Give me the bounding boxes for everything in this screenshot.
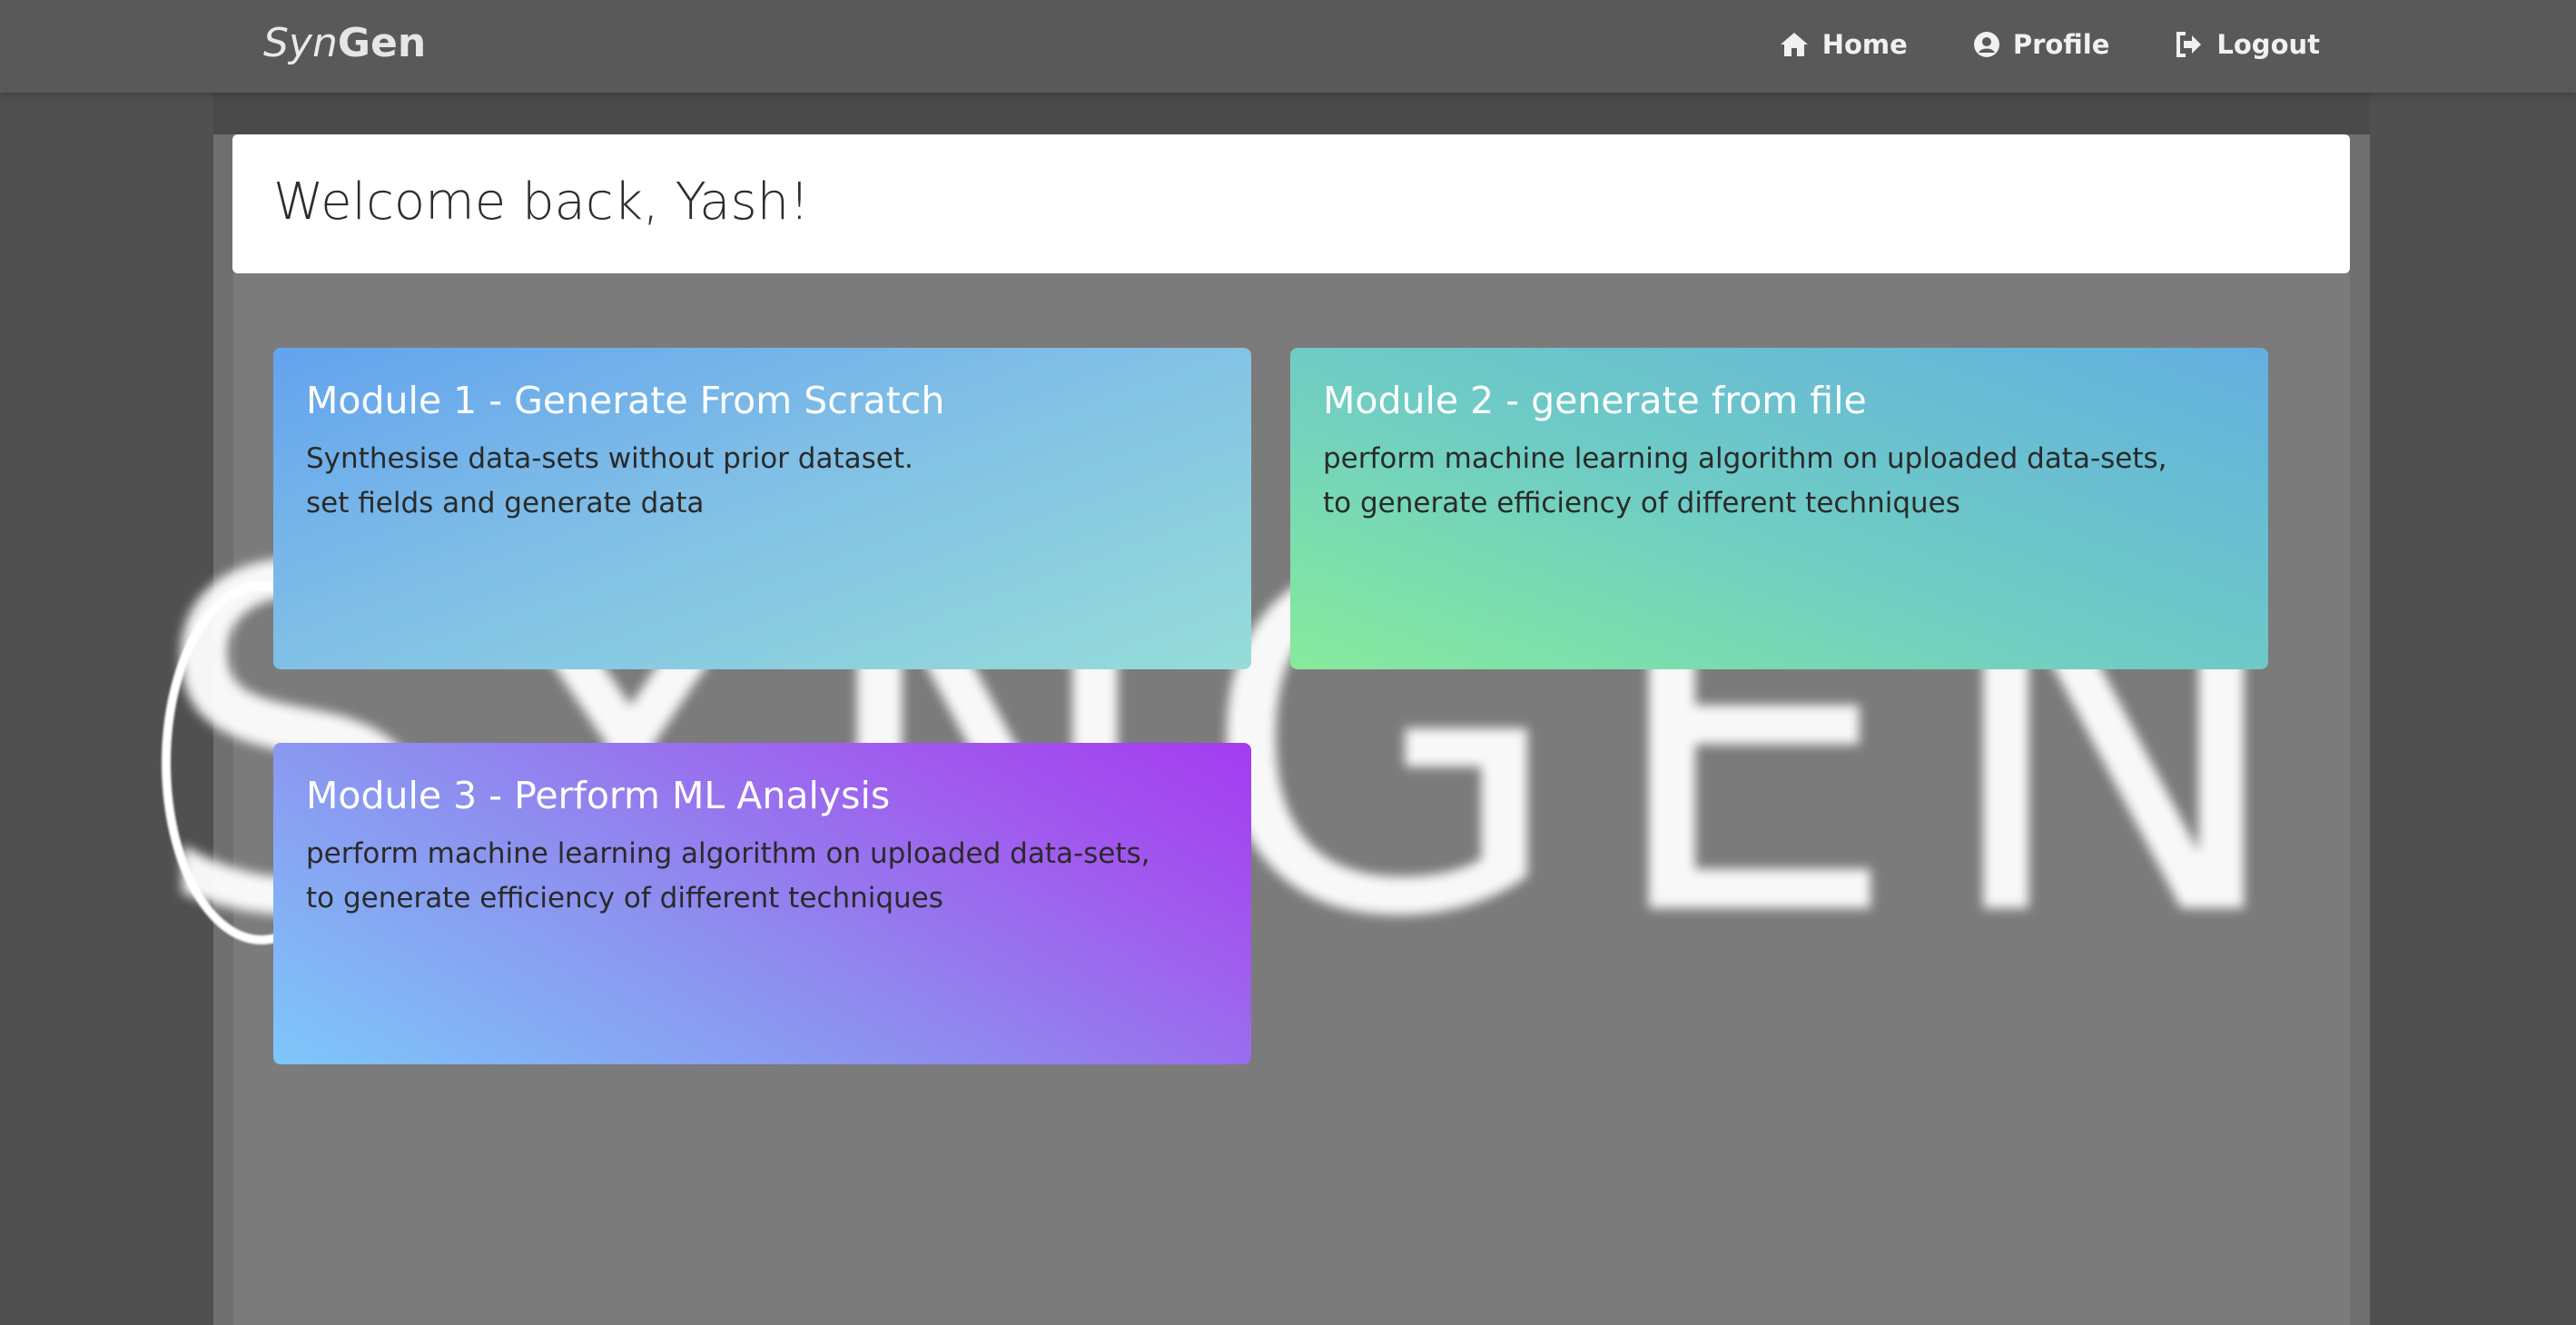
user-circle-icon (1973, 31, 2000, 58)
module-3-description: perform machine learning algorithm on up… (306, 837, 1150, 915)
module-2-card[interactable]: Module 2 - generate from file perform ma… (1290, 348, 2268, 669)
module-2-description: perform machine learning algorithm on up… (1323, 442, 2167, 519)
module-2-title: Module 2 - generate from file (1323, 379, 1867, 422)
module-3-card[interactable]: Module 3 - Perform ML Analysis perform m… (273, 743, 1251, 1064)
brand-logo[interactable]: SynGen (263, 20, 426, 67)
nav-logout-label: Logout (2216, 29, 2320, 60)
welcome-title: Welcome back, Yash! (273, 173, 810, 232)
right-gutter (2370, 93, 2576, 1325)
nav-home-link[interactable]: Home (1779, 29, 1908, 60)
top-navbar: SynGen Home Profile Logout (0, 0, 2576, 93)
module-1-title: Module 1 - Generate From Scratch (306, 379, 945, 422)
welcome-banner: Welcome back, Yash! (232, 134, 2350, 273)
nav-links: Home Profile Logout (1779, 24, 2320, 65)
nav-logout-link[interactable]: Logout (2175, 29, 2320, 60)
brand-light-text: Syn (263, 20, 338, 66)
brand-bold-text: Gen (337, 20, 427, 66)
logout-icon (2175, 31, 2204, 58)
module-1-card[interactable]: Module 1 - Generate From Scratch Synthes… (273, 348, 1251, 669)
module-3-title: Module 3 - Perform ML Analysis (306, 774, 891, 817)
main-container (213, 134, 2370, 1325)
module-1-description: Synthesise data-sets without prior datas… (306, 442, 913, 519)
nav-home-label: Home (1821, 29, 1908, 60)
home-icon (1779, 31, 1810, 58)
nav-profile-link[interactable]: Profile (1973, 29, 2110, 60)
nav-profile-label: Profile (2012, 29, 2110, 60)
